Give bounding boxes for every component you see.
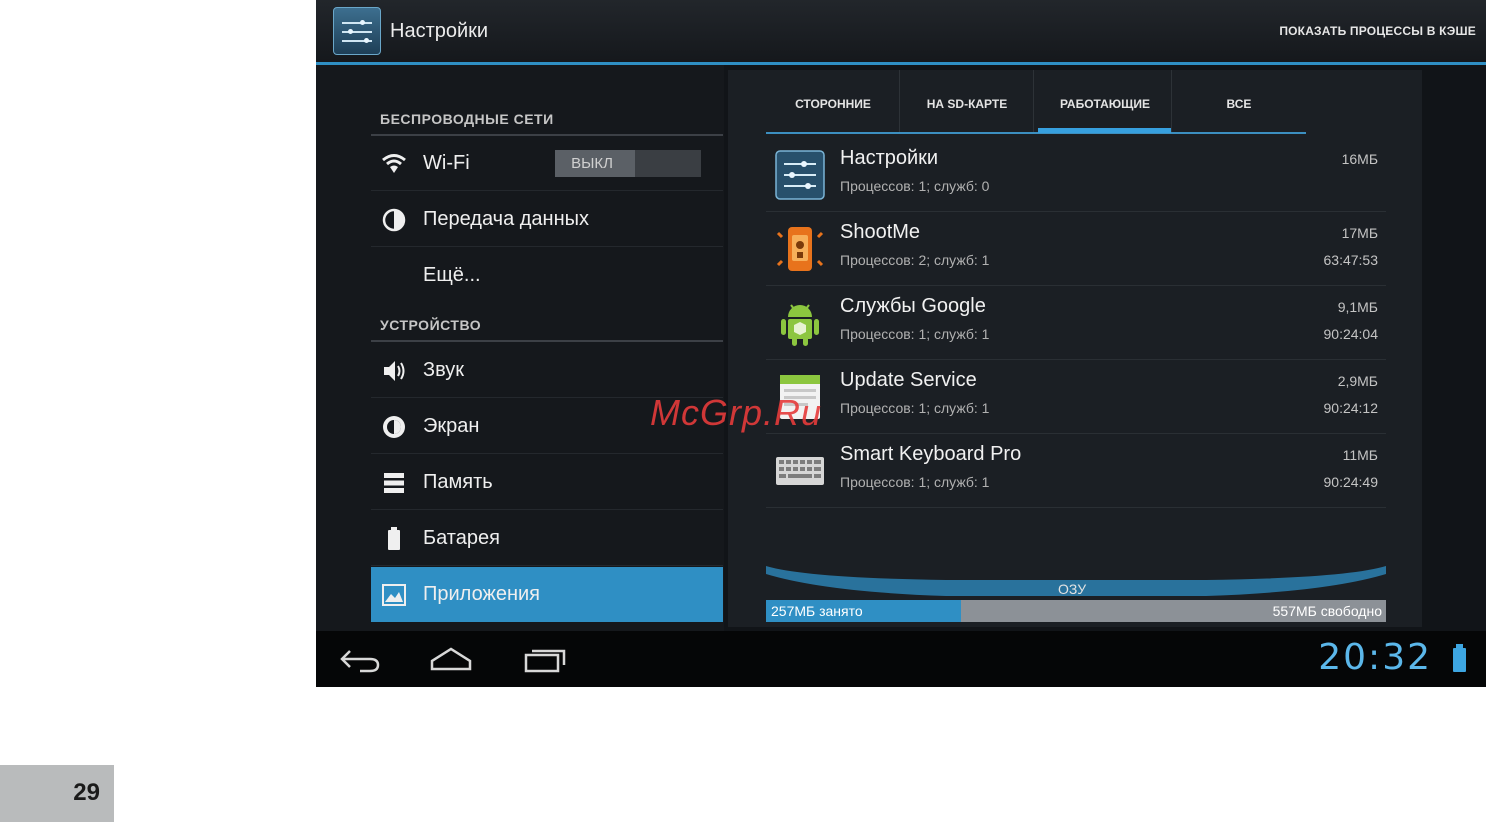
sound-icon xyxy=(381,358,407,384)
app-memory: 2,9МБ xyxy=(1337,373,1378,389)
app-processes: Процессов: 1; служб: 1 xyxy=(840,326,990,342)
setting-item-apps[interactable]: Приложения xyxy=(371,567,723,622)
app-uptime: 90:24:49 xyxy=(1323,474,1379,490)
apps-pane: СТОРОННИЕ НА SD-КАРТЕ РАБОТАЮЩИЕ ВСЕ Нас… xyxy=(728,70,1422,627)
tab-label: НА SD-КАРТЕ xyxy=(926,97,1008,111)
app-memory: 11МБ xyxy=(1342,447,1378,463)
brightness-icon xyxy=(381,414,407,440)
toggle-label: ВЫКЛ xyxy=(571,155,613,172)
page-number-tab: 29 xyxy=(0,765,114,822)
tab-label: ВСЕ xyxy=(1226,97,1252,111)
app-name: Smart Keyboard Pro xyxy=(840,443,1022,465)
settings-list: БЕСПРОВОДНЫЕ СЕТИ Wi-Fi ВЫКЛ Передача да… xyxy=(316,65,724,631)
app-row-smart-keyboard[interactable]: Smart Keyboard Pro Процессов: 1; служб: … xyxy=(766,434,1386,508)
setting-label-storage: Память xyxy=(423,471,493,493)
app-uptime: 90:24:12 xyxy=(1323,400,1379,416)
setting-label-battery: Батарея xyxy=(423,527,500,549)
app-processes: Процессов: 1; служб: 1 xyxy=(840,474,990,490)
setting-label-wifi: Wi-Fi xyxy=(423,152,470,174)
app-row-shootme[interactable]: ShootMe Процессов: 2; служб: 1 17МБ 63:4… xyxy=(766,212,1386,286)
section-header-device: УСТРОЙСТВО xyxy=(380,317,482,333)
tab-running[interactable]: РАБОТАЮЩИЕ xyxy=(1038,70,1172,132)
tab-downloaded[interactable]: СТОРОННИЕ xyxy=(766,70,900,132)
app-row-google-services[interactable]: Службы Google Процессов: 1; служб: 1 9,1… xyxy=(766,286,1386,360)
setting-label-sound: Звук xyxy=(423,359,465,381)
watermark: McGrp.Ru xyxy=(650,392,823,433)
setting-item-storage[interactable]: Память xyxy=(371,455,723,510)
app-memory: 17МБ xyxy=(1341,225,1378,241)
wifi-toggle[interactable]: ВЫКЛ xyxy=(555,150,701,177)
ram-used-label: 257МБ занято xyxy=(771,603,863,619)
app-processes: Процессов: 2; служб: 1 xyxy=(840,252,990,268)
shootme-icon xyxy=(774,223,826,275)
setting-item-data-usage[interactable]: Передача данных xyxy=(371,192,723,247)
ram-label: ОЗУ xyxy=(1058,581,1087,597)
action-bar: Настройки ПОКАЗАТЬ ПРОЦЕССЫ В КЭШЕ xyxy=(316,0,1486,65)
home-button[interactable] xyxy=(428,645,474,673)
ram-usage-bar: 257МБ занято 557МБ свободно xyxy=(766,600,1386,622)
setting-item-sound[interactable]: Звук xyxy=(371,343,723,398)
app-memory: 16МБ xyxy=(1341,151,1378,167)
section-divider xyxy=(371,340,723,342)
tab-label: РАБОТАЮЩИЕ xyxy=(1059,97,1151,111)
setting-label-more: Ещё... xyxy=(423,264,481,286)
settings-app-icon[interactable] xyxy=(333,7,381,55)
section-header-wireless: БЕСПРОВОДНЫЕ СЕТИ xyxy=(380,111,554,127)
tab-all[interactable]: ВСЕ xyxy=(1172,70,1306,132)
page-title: Настройки xyxy=(390,20,489,42)
app-name: Службы Google xyxy=(840,295,986,317)
app-uptime: 90:24:04 xyxy=(1323,326,1379,342)
setting-item-battery[interactable]: Батарея xyxy=(371,511,723,566)
setting-item-wifi[interactable]: Wi-Fi ВЫКЛ xyxy=(371,136,723,191)
tab-active-indicator xyxy=(1038,128,1171,133)
show-cached-processes-button[interactable]: ПОКАЗАТЬ ПРОЦЕССЫ В КЭШЕ xyxy=(1279,24,1476,38)
ram-free-label: 557МБ свободно xyxy=(1272,603,1382,619)
page-number: 29 xyxy=(73,779,100,806)
android-icon xyxy=(774,297,826,349)
status-clock: 20:32 xyxy=(1318,637,1432,678)
recent-apps-button[interactable] xyxy=(522,645,568,673)
home-icon xyxy=(430,647,472,671)
setting-label-apps: Приложения xyxy=(423,583,541,605)
wifi-icon xyxy=(381,151,407,177)
setting-item-more[interactable]: Ещё... xyxy=(371,248,723,303)
storage-icon xyxy=(381,470,407,496)
app-processes: Процессов: 1; служб: 1 xyxy=(840,400,990,416)
tab-sd-card[interactable]: НА SD-КАРТЕ xyxy=(900,70,1034,132)
app-uptime: 63:47:53 xyxy=(1323,252,1379,268)
back-icon xyxy=(340,650,380,673)
navigation-bar: 20:32 xyxy=(316,631,1486,687)
setting-label-data-usage: Передача данных xyxy=(423,208,590,230)
tab-underline xyxy=(766,132,1306,134)
app-name: Настройки xyxy=(840,147,939,169)
recent-apps-icon xyxy=(524,649,566,673)
app-processes: Процессов: 1; служб: 0 xyxy=(840,178,990,194)
settings-icon xyxy=(774,149,826,201)
tab-label: СТОРОННИЕ xyxy=(795,97,871,111)
data-usage-icon xyxy=(381,207,407,233)
battery-icon xyxy=(381,526,407,552)
keyboard-icon xyxy=(774,445,826,497)
app-row-settings[interactable]: Настройки Процессов: 1; служб: 0 16МБ xyxy=(766,138,1386,212)
status-battery-icon xyxy=(1453,644,1466,672)
app-name: Update Service xyxy=(840,369,977,391)
app-row-update-service[interactable]: Update Service Процессов: 1; служб: 1 2,… xyxy=(766,360,1386,434)
apps-icon xyxy=(381,582,407,608)
tablet-screen: Настройки ПОКАЗАТЬ ПРОЦЕССЫ В КЭШЕ БЕСПР… xyxy=(316,0,1486,687)
app-name: ShootMe xyxy=(840,221,921,243)
app-memory: 9,1МБ xyxy=(1337,299,1378,315)
setting-label-display: Экран xyxy=(423,415,480,437)
back-button[interactable] xyxy=(338,645,384,673)
